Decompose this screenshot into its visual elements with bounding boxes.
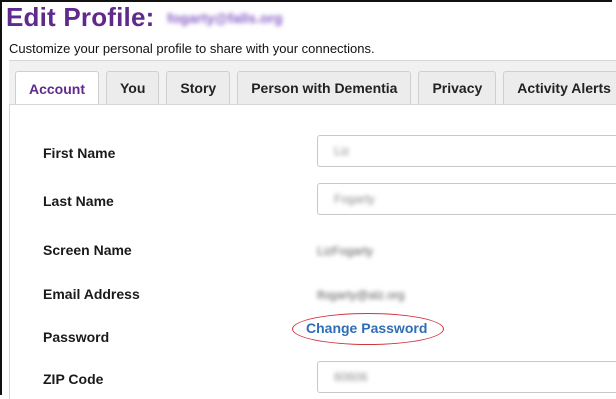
tab-privacy[interactable]: Privacy (418, 71, 497, 104)
first-name-value: Liz (334, 144, 350, 158)
last-name-label: Last Name (43, 193, 114, 209)
last-name-field[interactable]: Fogarty (317, 183, 616, 215)
email-address-value: lfogarty@alz.org (317, 288, 405, 302)
page-title: Edit Profile: (6, 2, 155, 32)
zip-code-value: 60606 (334, 370, 368, 384)
page-subtitle: Customize your personal profile to share… (9, 41, 375, 56)
password-label: Password (43, 329, 110, 345)
change-password-link[interactable]: Change Password (306, 320, 427, 336)
tab-story[interactable]: Story (166, 71, 231, 104)
first-name-field[interactable]: Liz (317, 135, 616, 167)
zip-code-label: ZIP Code (43, 371, 104, 387)
account-form: First Name Liz Last Name Fogarty Screen … (9, 104, 616, 399)
email-address-label: Email Address (43, 286, 140, 302)
zip-code-field[interactable]: 60606 (317, 361, 616, 393)
screen-name-label: Screen Name (43, 242, 132, 258)
tab-activity-alerts[interactable]: Activity Alerts (503, 71, 616, 104)
tab-person-with-dementia[interactable]: Person with Dementia (237, 71, 412, 104)
last-name-value: Fogarty (334, 192, 375, 206)
screen-name-value: LizFogarty (317, 244, 374, 258)
tab-bar: Account You Story Person with Dementia P… (9, 60, 616, 105)
tab-you[interactable]: You (106, 71, 160, 104)
page-header: Edit Profile: fogarty@falls.org (6, 2, 283, 42)
first-name-label: First Name (43, 145, 116, 161)
profile-email-redacted: fogarty@falls.org (166, 9, 283, 26)
tab-account[interactable]: Account (15, 71, 99, 105)
